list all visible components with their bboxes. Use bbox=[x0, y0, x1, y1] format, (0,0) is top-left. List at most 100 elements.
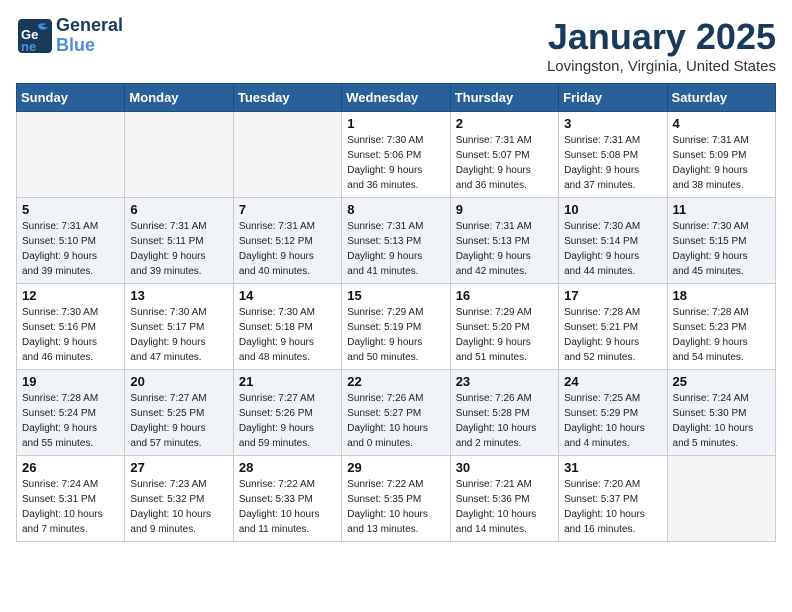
calendar-cell: 26Sunrise: 7:24 AM Sunset: 5:31 PM Dayli… bbox=[17, 456, 125, 542]
day-number: 6 bbox=[130, 202, 227, 217]
day-number: 19 bbox=[22, 374, 119, 389]
day-info: Sunrise: 7:22 AM Sunset: 5:33 PM Dayligh… bbox=[239, 477, 336, 537]
day-header-monday: Monday bbox=[125, 84, 233, 112]
logo: Ge ne General Blue bbox=[16, 16, 123, 56]
calendar-week-row: 12 Sunrise: 7:30 AM Sunset: 5:16 PM Dayli… bbox=[17, 284, 776, 370]
calendar-cell: 15 Sunrise: 7:29 AM Sunset: 5:19 PM Dayli… bbox=[342, 284, 450, 370]
day-info: Sunrise: 7:26 AM Sunset: 5:28 PM Dayligh… bbox=[456, 391, 553, 451]
day-number: 30 bbox=[456, 460, 553, 475]
day-number: 24 bbox=[564, 374, 661, 389]
calendar-cell: 27 Sunrise: 7:23 AM Sunset: 5:32 PM Dayli… bbox=[125, 456, 233, 542]
day-info: Sunrise: 7:31 AM Sunset: 5:13 PM Dayligh… bbox=[456, 219, 553, 279]
day-header-wednesday: Wednesday bbox=[342, 84, 450, 112]
day-info: Sunrise: 7:31 AM Sunset: 5:09 PM Dayligh… bbox=[673, 133, 770, 193]
day-info: Sunrise: 7:28 AM Sunset: 5:23 PM Dayligh… bbox=[673, 305, 770, 365]
day-info: Sunrise: 7:28 AM Sunset: 5:24 PM Dayligh… bbox=[22, 391, 119, 451]
day-info: Sunrise: 7:22 AM Sunset: 5:35 PM Dayligh… bbox=[347, 477, 444, 537]
calendar-week-row: 1Sunrise: 7:30 AM Sunset: 5:06 PM Daylig… bbox=[17, 112, 776, 198]
day-info: Sunrise: 7:31 AM Sunset: 5:10 PM Dayligh… bbox=[22, 219, 119, 279]
day-info: Sunrise: 7:28 AM Sunset: 5:21 PM Dayligh… bbox=[564, 305, 661, 365]
day-number: 17 bbox=[564, 288, 661, 303]
day-number: 12 bbox=[22, 288, 119, 303]
calendar-cell bbox=[233, 112, 341, 198]
calendar-cell: 3Sunrise: 7:31 AM Sunset: 5:08 PM Daylig… bbox=[559, 112, 667, 198]
day-info: Sunrise: 7:24 AM Sunset: 5:30 PM Dayligh… bbox=[673, 391, 770, 451]
day-header-saturday: Saturday bbox=[667, 84, 775, 112]
calendar-cell: 19 Sunrise: 7:28 AM Sunset: 5:24 PM Dayli… bbox=[17, 370, 125, 456]
calendar-cell: 7Sunrise: 7:31 AM Sunset: 5:12 PM Daylig… bbox=[233, 198, 341, 284]
day-info: Sunrise: 7:29 AM Sunset: 5:20 PM Dayligh… bbox=[456, 305, 553, 365]
calendar-week-row: 19 Sunrise: 7:28 AM Sunset: 5:24 PM Dayli… bbox=[17, 370, 776, 456]
day-info: Sunrise: 7:21 AM Sunset: 5:36 PM Dayligh… bbox=[456, 477, 553, 537]
day-number: 16 bbox=[456, 288, 553, 303]
day-info: Sunrise: 7:30 AM Sunset: 5:18 PM Dayligh… bbox=[239, 305, 336, 365]
calendar-cell: 1Sunrise: 7:30 AM Sunset: 5:06 PM Daylig… bbox=[342, 112, 450, 198]
day-number: 27 bbox=[130, 460, 227, 475]
calendar-cell bbox=[17, 112, 125, 198]
logo-general: General bbox=[56, 16, 123, 36]
day-info: Sunrise: 7:27 AM Sunset: 5:25 PM Dayligh… bbox=[130, 391, 227, 451]
day-number: 11 bbox=[673, 202, 770, 217]
day-number: 4 bbox=[673, 116, 770, 131]
day-number: 5 bbox=[22, 202, 119, 217]
month-title: January 2025 bbox=[547, 16, 776, 58]
day-info: Sunrise: 7:30 AM Sunset: 5:15 PM Dayligh… bbox=[673, 219, 770, 279]
calendar-cell: 4 Sunrise: 7:31 AM Sunset: 5:09 PM Daylig… bbox=[667, 112, 775, 198]
day-number: 10 bbox=[564, 202, 661, 217]
day-number: 18 bbox=[673, 288, 770, 303]
day-number: 22 bbox=[347, 374, 444, 389]
header: Ge ne General Blue January 2025 Lovingst… bbox=[16, 16, 776, 75]
calendar-cell: 21 Sunrise: 7:27 AM Sunset: 5:26 PM Dayli… bbox=[233, 370, 341, 456]
day-header-thursday: Thursday bbox=[450, 84, 558, 112]
day-number: 31 bbox=[564, 460, 661, 475]
day-number: 21 bbox=[239, 374, 336, 389]
day-info: Sunrise: 7:20 AM Sunset: 5:37 PM Dayligh… bbox=[564, 477, 661, 537]
calendar-week-row: 26Sunrise: 7:24 AM Sunset: 5:31 PM Dayli… bbox=[17, 456, 776, 542]
day-info: Sunrise: 7:23 AM Sunset: 5:32 PM Dayligh… bbox=[130, 477, 227, 537]
day-info: Sunrise: 7:26 AM Sunset: 5:27 PM Dayligh… bbox=[347, 391, 444, 451]
day-info: Sunrise: 7:31 AM Sunset: 5:11 PM Dayligh… bbox=[130, 219, 227, 279]
day-info: Sunrise: 7:30 AM Sunset: 5:14 PM Dayligh… bbox=[564, 219, 661, 279]
location: Lovingston, Virginia, United States bbox=[547, 58, 776, 75]
day-info: Sunrise: 7:25 AM Sunset: 5:29 PM Dayligh… bbox=[564, 391, 661, 451]
day-number: 9 bbox=[456, 202, 553, 217]
calendar-cell: 31 Sunrise: 7:20 AM Sunset: 5:37 PM Dayli… bbox=[559, 456, 667, 542]
day-info: Sunrise: 7:27 AM Sunset: 5:26 PM Dayligh… bbox=[239, 391, 336, 451]
calendar-cell: 9 Sunrise: 7:31 AM Sunset: 5:13 PM Daylig… bbox=[450, 198, 558, 284]
calendar-cell: 16 Sunrise: 7:29 AM Sunset: 5:20 PM Dayli… bbox=[450, 284, 558, 370]
day-info: Sunrise: 7:30 AM Sunset: 5:16 PM Dayligh… bbox=[22, 305, 119, 365]
logo-icon: Ge ne bbox=[16, 17, 54, 55]
day-info: Sunrise: 7:30 AM Sunset: 5:17 PM Dayligh… bbox=[130, 305, 227, 365]
day-number: 2 bbox=[456, 116, 553, 131]
day-info: Sunrise: 7:31 AM Sunset: 5:07 PM Dayligh… bbox=[456, 133, 553, 193]
day-number: 23 bbox=[456, 374, 553, 389]
day-number: 8 bbox=[347, 202, 444, 217]
day-number: 3 bbox=[564, 116, 661, 131]
calendar-week-row: 5 Sunrise: 7:31 AM Sunset: 5:10 PM Daylig… bbox=[17, 198, 776, 284]
day-header-friday: Friday bbox=[559, 84, 667, 112]
day-info: Sunrise: 7:29 AM Sunset: 5:19 PM Dayligh… bbox=[347, 305, 444, 365]
calendar-cell: 18 Sunrise: 7:28 AM Sunset: 5:23 PM Dayli… bbox=[667, 284, 775, 370]
calendar-cell bbox=[125, 112, 233, 198]
calendar-cell: 11 Sunrise: 7:30 AM Sunset: 5:15 PM Dayli… bbox=[667, 198, 775, 284]
day-info: Sunrise: 7:31 AM Sunset: 5:13 PM Dayligh… bbox=[347, 219, 444, 279]
logo-blue: Blue bbox=[56, 36, 123, 56]
day-number: 29 bbox=[347, 460, 444, 475]
days-header-row: SundayMondayTuesdayWednesdayThursdayFrid… bbox=[17, 84, 776, 112]
calendar-cell: 13 Sunrise: 7:30 AM Sunset: 5:17 PM Dayli… bbox=[125, 284, 233, 370]
day-number: 13 bbox=[130, 288, 227, 303]
title-area: January 2025 Lovingston, Virginia, Unite… bbox=[547, 16, 776, 75]
day-number: 14 bbox=[239, 288, 336, 303]
calendar-cell bbox=[667, 456, 775, 542]
calendar-cell: 30 Sunrise: 7:21 AM Sunset: 5:36 PM Dayli… bbox=[450, 456, 558, 542]
calendar-cell: 8 Sunrise: 7:31 AM Sunset: 5:13 PM Daylig… bbox=[342, 198, 450, 284]
calendar-cell: 6 Sunrise: 7:31 AM Sunset: 5:11 PM Daylig… bbox=[125, 198, 233, 284]
day-number: 15 bbox=[347, 288, 444, 303]
day-number: 20 bbox=[130, 374, 227, 389]
day-info: Sunrise: 7:31 AM Sunset: 5:12 PM Dayligh… bbox=[239, 219, 336, 279]
day-info: Sunrise: 7:24 AM Sunset: 5:31 PM Dayligh… bbox=[22, 477, 119, 537]
calendar-cell: 5 Sunrise: 7:31 AM Sunset: 5:10 PM Daylig… bbox=[17, 198, 125, 284]
day-number: 28 bbox=[239, 460, 336, 475]
calendar-cell: 2 Sunrise: 7:31 AM Sunset: 5:07 PM Daylig… bbox=[450, 112, 558, 198]
calendar-cell: 20 Sunrise: 7:27 AM Sunset: 5:25 PM Dayli… bbox=[125, 370, 233, 456]
